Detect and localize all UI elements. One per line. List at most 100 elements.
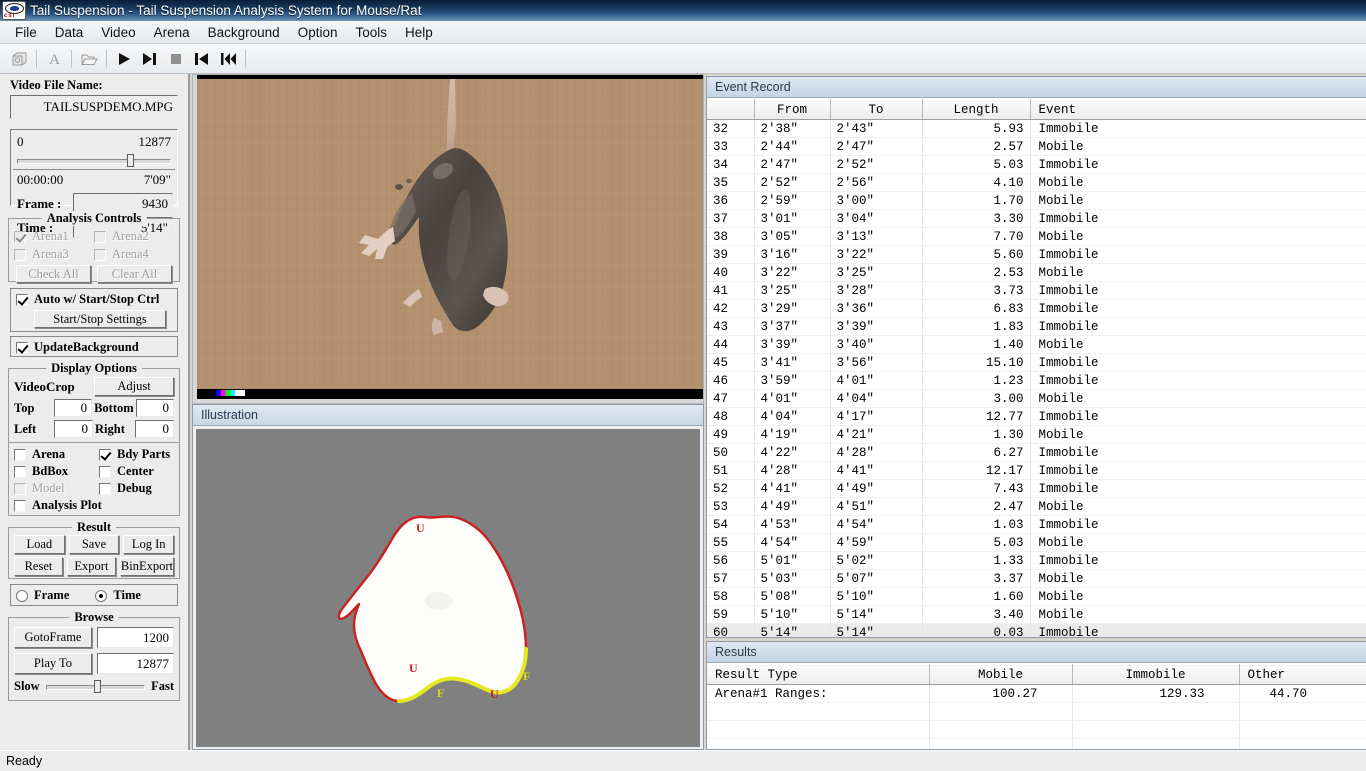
seek-thumb[interactable] bbox=[127, 154, 135, 167]
table-row[interactable]: 50 4'22" 4'28" 6.27 Immobile bbox=[707, 443, 1366, 462]
display-checkbox-analysis-plot[interactable] bbox=[14, 499, 26, 512]
video-file-input[interactable]: TAILSUSPDEMO.MPG bbox=[10, 95, 178, 119]
event-col-header-from[interactable]: From bbox=[754, 99, 831, 120]
display-toggle-bdbox[interactable]: BdBox bbox=[9, 464, 94, 479]
menu-item-video[interactable]: Video bbox=[92, 23, 144, 42]
table-row[interactable]: 38 3'05" 3'13" 7.70 Mobile bbox=[707, 227, 1366, 246]
stop-button[interactable] bbox=[163, 47, 189, 71]
crop-input-top[interactable]: 0 bbox=[53, 399, 93, 417]
table-row[interactable]: 42 3'29" 3'36" 6.83 Immobile bbox=[707, 299, 1366, 318]
display-checkbox-bdbox[interactable] bbox=[14, 465, 26, 478]
display-checkbox-model[interactable] bbox=[14, 482, 26, 495]
arena-checkbox-arena3[interactable] bbox=[14, 248, 26, 261]
arena-toggle-arena3[interactable]: Arena3 bbox=[14, 247, 94, 262]
table-row[interactable]: 33 2'44" 2'47" 2.57 Mobile bbox=[707, 137, 1366, 156]
event-record-body[interactable]: From To Length Event 32 2'38" 2'43" 5.93 Immobi… bbox=[707, 99, 1366, 637]
table-row[interactable]: 36 2'59" 3'00" 1.70 Mobile bbox=[707, 191, 1366, 210]
camera-button[interactable] bbox=[6, 47, 32, 71]
display-toggle-analysis-plot[interactable]: Analysis Plot bbox=[9, 498, 102, 513]
auto-startstop-row[interactable]: Auto w/ Start/Stop Ctrl bbox=[16, 292, 172, 307]
save-button[interactable]: Save bbox=[68, 535, 120, 554]
event-col-header-to[interactable]: To bbox=[830, 99, 923, 120]
play-to-input[interactable]: 12877 bbox=[97, 653, 174, 674]
table-row[interactable]: 60 5'14" 5'14" 0.03 Immobile bbox=[707, 623, 1366, 637]
table-row[interactable]: 47 4'01" 4'04" 3.00 Mobile bbox=[707, 389, 1366, 408]
goto-frame-input[interactable]: 1200 bbox=[97, 627, 174, 648]
table-row[interactable]: 59 5'10" 5'14" 3.40 Mobile bbox=[707, 605, 1366, 624]
goto-frame-button[interactable]: GotoFrame bbox=[14, 627, 92, 648]
menu-item-help[interactable]: Help bbox=[396, 23, 442, 42]
menu-item-option[interactable]: Option bbox=[289, 23, 347, 42]
step-forward-button[interactable] bbox=[137, 47, 163, 71]
display-toggle-bdy-parts[interactable]: Bdy Parts bbox=[94, 447, 179, 462]
speed-thumb[interactable] bbox=[94, 680, 102, 693]
table-row[interactable]: 40 3'22" 3'25" 2.53 Mobile bbox=[707, 263, 1366, 282]
log-in-button[interactable]: Log In bbox=[123, 535, 175, 554]
table-row[interactable]: 55 4'54" 4'59" 5.03 Mobile bbox=[707, 533, 1366, 552]
table-row[interactable]: 53 4'49" 4'51" 2.47 Mobile bbox=[707, 497, 1366, 516]
table-row[interactable]: 57 5'03" 5'07" 3.37 Mobile bbox=[707, 569, 1366, 588]
rewind-button[interactable] bbox=[215, 47, 241, 71]
table-row[interactable]: 56 5'01" 5'02" 1.33 Immobile bbox=[707, 551, 1366, 570]
reset-button[interactable]: Reset bbox=[14, 557, 63, 576]
table-row[interactable]: 32 2'38" 2'43" 5.93 Immobile bbox=[707, 119, 1366, 138]
clear-all-button[interactable]: Clear All bbox=[97, 265, 172, 283]
update-background-row[interactable]: UpdateBackground bbox=[16, 340, 172, 355]
table-row[interactable]: 37 3'01" 3'04" 3.30 Immobile bbox=[707, 209, 1366, 228]
event-col-header-length[interactable]: Length bbox=[922, 99, 1031, 120]
event-col-header-event[interactable]: Event bbox=[1030, 99, 1366, 120]
load-button[interactable]: Load bbox=[14, 535, 65, 554]
event-col-header-index[interactable] bbox=[707, 99, 755, 120]
display-toggle-debug[interactable]: Debug bbox=[94, 481, 179, 496]
table-row[interactable]: 43 3'37" 3'39" 1.83 Immobile bbox=[707, 317, 1366, 336]
result-col-header-mobile[interactable]: Mobile bbox=[929, 664, 1073, 685]
display-toggle-center[interactable]: Center bbox=[94, 464, 179, 479]
table-row[interactable]: 46 3'59" 4'01" 1.23 Immobile bbox=[707, 371, 1366, 390]
table-row[interactable]: 41 3'25" 3'28" 3.73 Immobile bbox=[707, 281, 1366, 300]
arena-toggle-arena2[interactable]: Arena2 bbox=[94, 229, 174, 244]
display-checkbox-arena[interactable] bbox=[14, 448, 26, 461]
frame-radio[interactable] bbox=[16, 589, 28, 602]
play-to-button[interactable]: Play To bbox=[14, 653, 92, 674]
table-row[interactable]: 39 3'16" 3'22" 5.60 Immobile bbox=[707, 245, 1366, 264]
display-checkbox-bdy-parts[interactable] bbox=[99, 448, 111, 461]
table-row[interactable]: Arena#1 Ranges: 100.27 129.33 44.70 bbox=[707, 684, 1366, 703]
table-row[interactable]: 52 4'41" 4'49" 7.43 Immobile bbox=[707, 479, 1366, 498]
results-body[interactable]: Result Type Mobile Immobile Other Arena#1 R… bbox=[707, 664, 1366, 749]
table-row[interactable]: 49 4'19" 4'21" 1.30 Mobile bbox=[707, 425, 1366, 444]
arena-checkbox-arena4[interactable] bbox=[94, 248, 106, 261]
adjust-button[interactable]: Adjust bbox=[94, 377, 174, 396]
menu-item-background[interactable]: Background bbox=[199, 23, 289, 42]
arena-checkbox-arena2[interactable] bbox=[94, 230, 106, 243]
export-button[interactable]: Export bbox=[66, 557, 116, 576]
display-toggle-model[interactable]: Model bbox=[9, 481, 94, 496]
table-row[interactable]: 45 3'41" 3'56" 15.10 Immobile bbox=[707, 353, 1366, 372]
arena-toggle-arena4[interactable]: Arena4 bbox=[94, 247, 174, 262]
table-row[interactable]: 35 2'52" 2'56" 4.10 Mobile bbox=[707, 173, 1366, 192]
illustration-canvas[interactable]: U U F U F bbox=[196, 429, 700, 747]
table-row[interactable]: 48 4'04" 4'17" 12.77 Immobile bbox=[707, 407, 1366, 426]
crop-input-left[interactable]: 0 bbox=[54, 420, 93, 438]
open-file-button[interactable] bbox=[76, 47, 102, 71]
menu-item-file[interactable]: File bbox=[6, 23, 46, 42]
result-col-header-immobile[interactable]: Immobile bbox=[1072, 664, 1240, 685]
crop-input-bottom[interactable]: 0 bbox=[135, 399, 174, 417]
arena-checkbox-arena1[interactable] bbox=[14, 230, 26, 243]
update-background-checkbox[interactable] bbox=[16, 341, 28, 354]
speed-slider[interactable] bbox=[44, 680, 147, 693]
crop-input-right[interactable]: 0 bbox=[135, 420, 174, 438]
seek-slider[interactable] bbox=[15, 154, 173, 167]
table-row[interactable]: 51 4'28" 4'41" 12.17 Immobile bbox=[707, 461, 1366, 480]
startstop-settings-button[interactable]: Start/Stop Settings bbox=[34, 310, 166, 328]
binexport-button[interactable]: BinExport bbox=[119, 557, 174, 576]
table-row[interactable]: 34 2'47" 2'52" 5.03 Immobile bbox=[707, 155, 1366, 174]
result-col-header-result-type[interactable]: Result Type bbox=[707, 664, 930, 685]
auto-startstop-checkbox[interactable] bbox=[16, 293, 28, 306]
display-checkbox-center[interactable] bbox=[99, 465, 111, 478]
play-button[interactable] bbox=[111, 47, 137, 71]
menu-item-data[interactable]: Data bbox=[46, 23, 93, 42]
display-checkbox-debug[interactable] bbox=[99, 482, 111, 495]
text-a-button[interactable]: A bbox=[41, 47, 67, 71]
display-toggle-arena[interactable]: Arena bbox=[9, 447, 94, 462]
table-row[interactable]: 44 3'39" 3'40" 1.40 Mobile bbox=[707, 335, 1366, 354]
